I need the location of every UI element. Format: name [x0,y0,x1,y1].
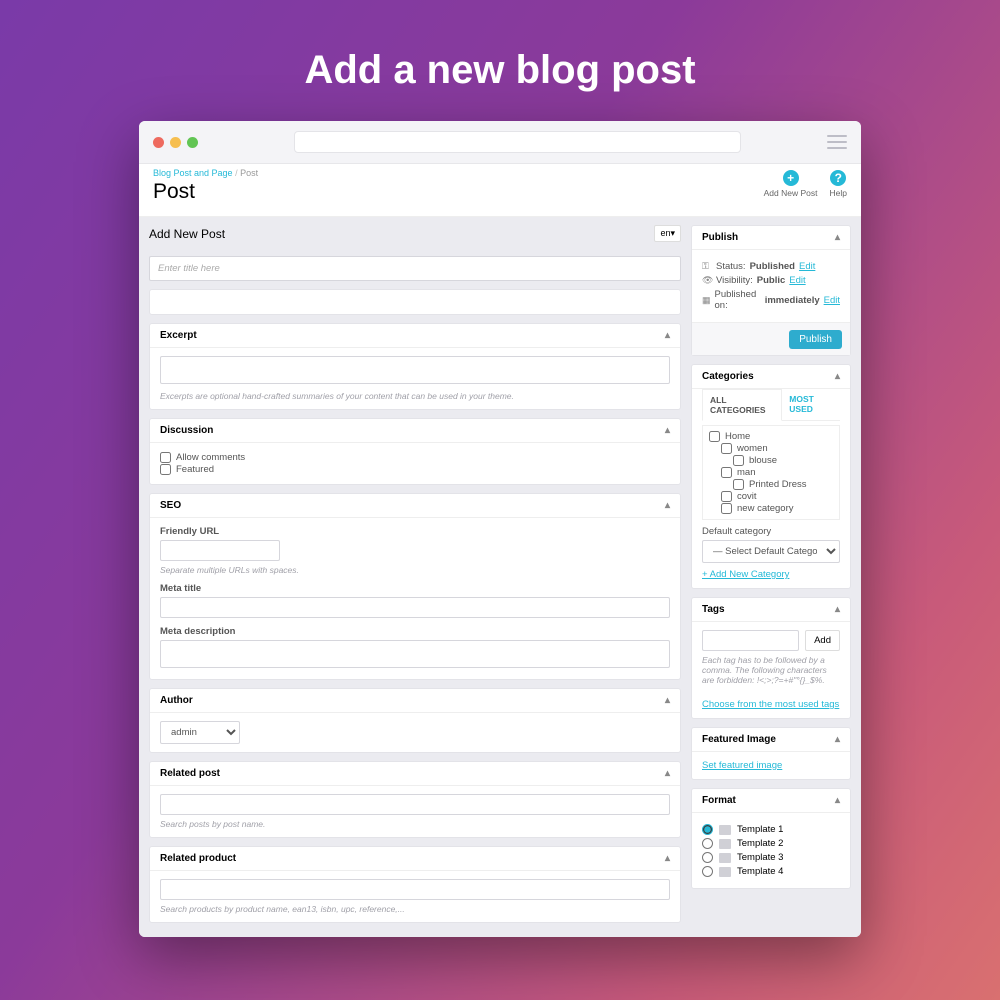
format-radio[interactable] [702,838,713,849]
breadcrumb-root[interactable]: Blog Post and Page [153,168,233,178]
video-icon [719,867,731,877]
chevron-up-icon[interactable]: ▴ [665,500,670,511]
help-action[interactable]: ? Help [830,170,847,198]
page-header: Blog Post and Page / Post Post + Add New… [139,164,861,217]
excerpt-panel: Excerpt ▴ Excerpts are optional hand-cra… [149,323,681,410]
chevron-up-icon[interactable]: ▴ [835,734,840,745]
breadcrumb-current: Post [240,168,258,178]
maximize-icon[interactable] [187,137,198,148]
format-radio[interactable] [702,866,713,877]
format-panel: Format ▴ Template 1 Template 2 Template … [691,788,851,889]
chevron-up-icon[interactable]: ▴ [665,425,670,436]
category-checkbox[interactable] [721,503,732,514]
close-icon[interactable] [153,137,164,148]
chevron-up-icon[interactable]: ▴ [665,768,670,779]
language-selector[interactable]: en▾ [654,225,681,242]
chevron-up-icon[interactable]: ▴ [665,330,670,341]
category-checkbox[interactable] [709,431,720,442]
allow-comments-checkbox[interactable] [160,452,171,463]
excerpt-hint: Excerpts are optional hand-crafted summa… [160,391,670,401]
choose-tags-link[interactable]: Choose from the most used tags [702,699,839,710]
default-category-select[interactable]: — Select Default Category — [702,540,840,563]
format-radio[interactable] [702,824,713,835]
editor-toolbar[interactable] [149,289,681,315]
title-input[interactable] [149,256,681,281]
related-product-input[interactable] [160,879,670,900]
chevron-up-icon[interactable]: ▴ [835,232,840,243]
category-checkbox[interactable] [721,467,732,478]
tab-all-categories[interactable]: ALL CATEGORIES [702,389,782,421]
meta-description-input[interactable] [160,640,670,668]
plus-icon: + [783,170,799,186]
add-new-heading: Add New Post [149,227,225,241]
image-icon [719,853,731,863]
titlebar [139,121,861,164]
tags-panel: Tags ▴ Add Each tag has to be followed b… [691,597,851,719]
edit-status-link[interactable]: Edit [799,261,815,272]
categories-panel: Categories ▴ ALL CATEGORIES MOST USED Ho… [691,364,851,589]
minimize-icon[interactable] [170,137,181,148]
related-product-panel: Related product ▴ Search products by pro… [149,846,681,923]
related-post-input[interactable] [160,794,670,815]
chevron-up-icon[interactable]: ▴ [665,695,670,706]
key-icon: ⚿ [702,261,712,272]
category-tree: Home women blouse man Printed Dress covi… [702,425,840,520]
menu-icon[interactable] [827,135,847,149]
chevron-up-icon[interactable]: ▴ [835,371,840,382]
chevron-up-icon[interactable]: ▴ [835,795,840,806]
help-icon: ? [830,170,846,186]
category-checkbox[interactable] [721,443,732,454]
add-new-category-link[interactable]: + Add New Category [702,569,789,580]
friendly-url-input[interactable] [160,540,280,561]
excerpt-input[interactable] [160,356,670,384]
featured-image-panel: Featured Image ▴ Set featured image [691,727,851,780]
breadcrumb: Blog Post and Page / Post [153,168,847,178]
discussion-panel: Discussion ▴ Allow comments Featured [149,418,681,485]
hero-title: Add a new blog post [0,0,1000,121]
related-post-panel: Related post ▴ Search posts by post name… [149,761,681,838]
meta-title-input[interactable] [160,597,670,618]
author-select[interactable]: admin [160,721,240,744]
set-featured-image-link[interactable]: Set featured image [702,760,782,771]
category-checkbox[interactable] [733,455,744,466]
tags-input[interactable] [702,630,799,651]
page-icon [719,839,731,849]
author-panel: Author ▴ admin [149,688,681,753]
format-radio[interactable] [702,852,713,863]
calendar-icon: ▦ [702,295,711,306]
address-bar[interactable] [294,131,741,153]
category-checkbox[interactable] [733,479,744,490]
eye-icon: 👁 [702,275,712,286]
featured-checkbox[interactable] [160,464,171,475]
excerpt-title: Excerpt [160,330,197,341]
pin-icon [719,825,731,835]
edit-visibility-link[interactable]: Edit [789,275,805,286]
chevron-up-icon[interactable]: ▴ [665,853,670,864]
category-checkbox[interactable] [721,491,732,502]
add-tag-button[interactable]: Add [805,630,840,651]
edit-date-link[interactable]: Edit [824,295,840,306]
add-new-post-action[interactable]: + Add New Post [764,170,818,198]
page-title: Post [153,180,847,204]
chevron-up-icon[interactable]: ▴ [835,604,840,615]
publish-panel: Publish ▴ ⚿Status: Published Edit 👁Visib… [691,225,851,356]
publish-button[interactable]: Publish [789,330,842,349]
tab-most-used[interactable]: MOST USED [782,389,840,420]
app-window: Blog Post and Page / Post Post + Add New… [139,121,861,937]
seo-panel: SEO ▴ Friendly URL Separate multiple URL… [149,493,681,680]
